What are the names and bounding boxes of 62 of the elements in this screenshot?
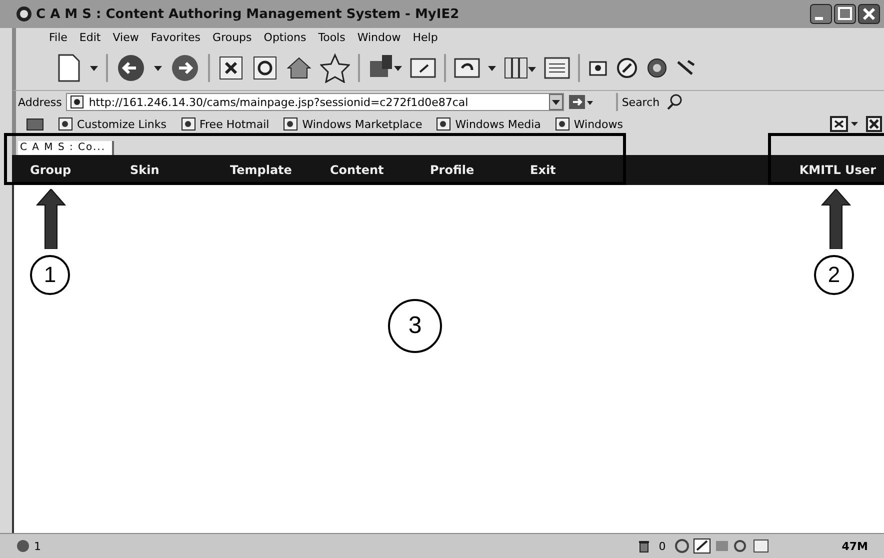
- maximize-button[interactable]: [834, 4, 856, 24]
- nav-link[interactable]: Exit: [512, 156, 612, 184]
- page-icon: [180, 117, 196, 131]
- link[interactable]: Customize Links: [58, 117, 166, 131]
- stop-icon[interactable]: [218, 55, 244, 81]
- trash-count: 0: [658, 540, 666, 552]
- link[interactable]: Windows Marketplace: [283, 117, 422, 131]
- nav-link[interactable]: Template: [212, 156, 312, 184]
- columns-icon[interactable]: [504, 55, 536, 81]
- list-icon[interactable]: [544, 56, 570, 80]
- home-icon[interactable]: [286, 55, 312, 81]
- menu-item[interactable]: Edit: [76, 30, 110, 44]
- nav-link[interactable]: Skin: [112, 156, 212, 184]
- user-name: KMITL User: [799, 163, 877, 177]
- undo-icon[interactable]: [454, 56, 480, 80]
- memory-usage: 47M: [842, 540, 868, 552]
- nav-link[interactable]: Profile: [412, 156, 512, 184]
- close-icon[interactable]: [866, 116, 882, 132]
- nav-link[interactable]: Group: [12, 156, 112, 184]
- search-icon[interactable]: [666, 93, 684, 111]
- back-icon[interactable]: [116, 53, 146, 83]
- folder-icon[interactable]: [26, 117, 44, 131]
- page-tab[interactable]: C A M S : Co...: [18, 141, 114, 155]
- close-button[interactable]: [858, 4, 880, 24]
- nav-link[interactable]: Content: [312, 156, 412, 184]
- page-icon: [283, 117, 300, 131]
- trash-icon[interactable]: [636, 539, 651, 553]
- callout-number: 1: [30, 255, 70, 295]
- new-page-icon[interactable]: [56, 53, 82, 83]
- page-icon: [436, 117, 452, 131]
- page-icon: [554, 117, 571, 131]
- link[interactable]: Free Hotmail: [180, 117, 270, 131]
- menu-item[interactable]: Groups: [210, 30, 261, 44]
- link[interactable]: Windows Media: [436, 117, 541, 131]
- link[interactable]: Windows: [554, 117, 623, 131]
- refresh-icon[interactable]: [252, 55, 278, 81]
- callout-number: 3: [388, 299, 442, 353]
- star-icon[interactable]: [320, 53, 350, 83]
- menu-item[interactable]: File: [46, 30, 76, 44]
- page-icon: [58, 117, 74, 131]
- search-field[interactable]: Search: [616, 93, 822, 111]
- menu-item[interactable]: Options: [260, 30, 316, 44]
- go-icon[interactable]: [568, 93, 594, 111]
- menu-item[interactable]: Tools: [315, 30, 354, 44]
- menu-item[interactable]: Help: [410, 30, 447, 44]
- up-arrow: [821, 189, 851, 249]
- address-text: http://161.246.14.30/cams/mainpage.jsp?sessionid=c272f1d0e87cal: [88, 96, 470, 108]
- minimize-button[interactable]: [810, 4, 832, 24]
- up-arrow: [36, 189, 66, 249]
- app-icon: [16, 6, 32, 22]
- menu-item[interactable]: Favorites: [148, 30, 210, 44]
- status-text: 1: [34, 540, 41, 552]
- menu-item[interactable]: Window: [354, 30, 410, 44]
- menu-item[interactable]: View: [110, 30, 148, 44]
- page-icon: [68, 94, 85, 110]
- address-label: Address: [18, 96, 62, 108]
- callout-number: 2: [814, 255, 854, 295]
- dropdown-icon[interactable]: [548, 94, 563, 110]
- window-title: C A M S : Content Authoring Management System - MyIE2: [36, 6, 460, 22]
- search-label: Search: [622, 96, 660, 108]
- address-field[interactable]: http://161.246.14.30/cams/mainpage.jsp?sessionid=c272f1d0e87cal: [66, 93, 564, 111]
- forward-icon[interactable]: [170, 53, 200, 83]
